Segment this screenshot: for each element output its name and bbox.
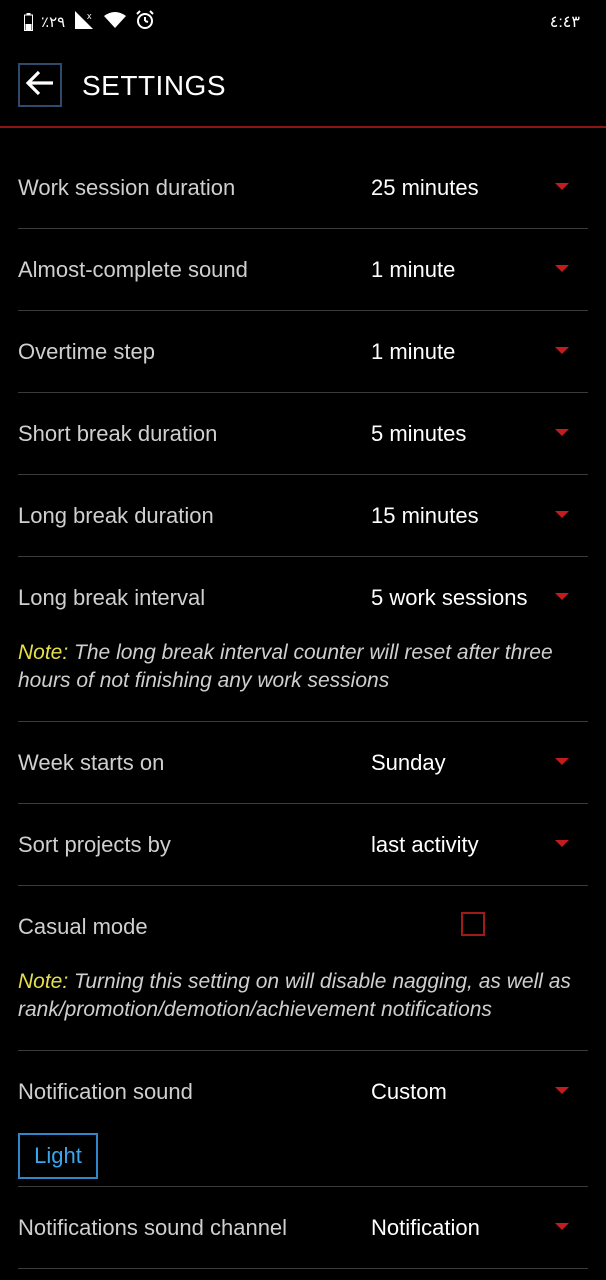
note-text: The long break interval counter will res… (18, 641, 553, 692)
dropdown-arrow-icon[interactable] (555, 1087, 569, 1094)
settings-list: Work session duration 25 minutes Almost-… (18, 147, 588, 1269)
setting-almost-complete-sound[interactable]: Almost-complete sound 1 minute (18, 229, 588, 311)
setting-dropdown-value[interactable]: 5 work sessions (371, 585, 528, 611)
setting-dropdown-value[interactable]: Notification (371, 1215, 480, 1241)
battery-icon (24, 13, 33, 31)
setting-label: Almost-complete sound (18, 257, 248, 282)
setting-dropdown-value[interactable]: 1 minute (371, 257, 455, 283)
setting-label: Week starts on (18, 750, 165, 775)
setting-overtime-step[interactable]: Overtime step 1 minute (18, 311, 588, 393)
wifi-icon (103, 11, 127, 33)
alarm-icon (135, 10, 155, 34)
dropdown-arrow-icon[interactable] (555, 593, 569, 600)
app-bar: SETTINGS (0, 46, 606, 128)
dropdown-arrow-icon[interactable] (555, 511, 569, 518)
setting-dropdown-value[interactable]: Custom (371, 1079, 447, 1105)
note-key: Note: (18, 641, 69, 664)
setting-long-break-interval[interactable]: Long break interval 5 work sessions Note… (18, 557, 588, 722)
back-button[interactable] (18, 63, 62, 107)
dropdown-arrow-icon[interactable] (555, 840, 569, 847)
setting-dropdown-value[interactable]: 5 minutes (371, 421, 466, 447)
status-bar: ٪٢٩ x ٤:٤٣ (0, 0, 606, 46)
setting-note: Note: The long break interval counter wi… (18, 639, 583, 695)
setting-label: Notification sound (18, 1079, 193, 1104)
setting-label: Casual mode (18, 914, 148, 939)
dropdown-arrow-icon[interactable] (555, 1223, 569, 1230)
setting-dropdown-value[interactable]: 25 minutes (371, 175, 479, 201)
dropdown-arrow-icon[interactable] (555, 758, 569, 765)
note-key: Note: (18, 970, 69, 993)
status-time: ٤:٤٣ (549, 14, 580, 31)
setting-sort-projects-by[interactable]: Sort projects by last activity (18, 804, 588, 886)
setting-label: Short break duration (18, 421, 218, 446)
setting-long-break-duration[interactable]: Long break duration 15 minutes (18, 475, 588, 557)
status-left-group: ٪٢٩ x (24, 10, 155, 34)
setting-work-session-duration[interactable]: Work session duration 25 minutes (18, 147, 588, 229)
setting-week-starts-on[interactable]: Week starts on Sunday (18, 722, 588, 804)
setting-notifications-sound-channel[interactable]: Notifications sound channel Notification (18, 1187, 588, 1269)
page-title: SETTINGS (82, 70, 227, 101)
dropdown-arrow-icon[interactable] (555, 429, 569, 436)
setting-label: Long break interval (18, 585, 206, 610)
setting-label: Overtime step (18, 339, 155, 364)
setting-note: Note: Turning this setting on will disab… (18, 968, 583, 1024)
svg-text:x: x (87, 11, 92, 21)
setting-label: Work session duration (18, 175, 236, 200)
note-text: Turning this setting on will disable nag… (18, 970, 571, 1021)
setting-label: Long break duration (18, 503, 214, 528)
dropdown-arrow-icon[interactable] (555, 265, 569, 272)
setting-notification-sound[interactable]: Notification sound Custom Light (18, 1051, 588, 1187)
battery-percentage: ٪٢٩ (41, 14, 66, 31)
dropdown-arrow-icon[interactable] (555, 183, 569, 190)
setting-dropdown-value[interactable]: Sunday (371, 750, 446, 776)
setting-label: Sort projects by (18, 832, 171, 857)
casual-mode-checkbox[interactable] (461, 912, 485, 936)
notification-sound-light-button[interactable]: Light (18, 1133, 98, 1179)
setting-dropdown-value[interactable]: 15 minutes (371, 503, 479, 529)
back-arrow-icon (25, 70, 55, 101)
setting-casual-mode[interactable]: Casual mode Note: Turning this setting o… (18, 886, 588, 1051)
setting-dropdown-value[interactable]: 1 minute (371, 339, 455, 365)
setting-dropdown-value[interactable]: last activity (371, 832, 479, 858)
setting-label: Notifications sound channel (18, 1215, 288, 1240)
dropdown-arrow-icon[interactable] (555, 347, 569, 354)
signal-icon: x (73, 10, 95, 34)
setting-short-break-duration[interactable]: Short break duration 5 minutes (18, 393, 588, 475)
